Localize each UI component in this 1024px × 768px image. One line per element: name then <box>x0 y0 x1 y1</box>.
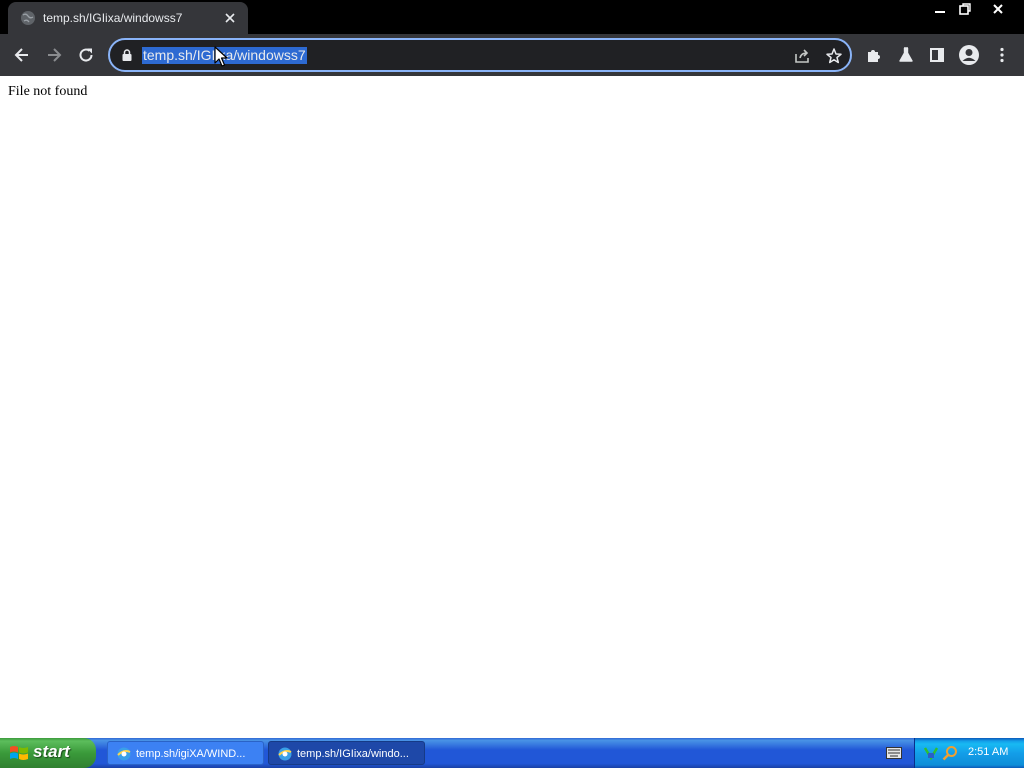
browser-tab[interactable]: temp.sh/IGIixa/windowss7 <box>8 2 248 34</box>
close-icon[interactable] <box>222 10 238 26</box>
forward-icon[interactable] <box>40 41 68 69</box>
keyboard-icon[interactable] <box>886 747 902 759</box>
taskbar-item-label: temp.sh/igiXA/WIND... <box>136 748 246 760</box>
reload-icon[interactable] <box>72 41 100 69</box>
share-icon[interactable] <box>793 47 811 65</box>
taskbar-item[interactable]: temp.sh/igiXA/WIND... <box>107 741 264 765</box>
page-content: File not found <box>0 76 1024 738</box>
window-close-icon[interactable] <box>985 0 1011 18</box>
globe-icon <box>21 11 35 25</box>
profile-icon[interactable] <box>955 41 983 69</box>
side-panel-icon[interactable] <box>923 41 951 69</box>
network-icon[interactable] <box>923 745 939 761</box>
browser-app-icon <box>117 747 131 761</box>
taskbar-item-label: temp.sh/IGIixa/windo... <box>297 748 409 760</box>
taskbar: start temp.sh/igiXA/WIND... temp.sh/IGIi… <box>0 738 1024 768</box>
windows-flag-icon <box>10 746 28 760</box>
menu-icon[interactable] <box>988 41 1016 69</box>
system-tray: 2:51 AM <box>914 738 1024 768</box>
extensions-icon[interactable] <box>860 41 888 69</box>
star-icon[interactable] <box>825 47 843 65</box>
taskbar-item[interactable]: temp.sh/IGIixa/windo... <box>268 741 425 765</box>
restore-icon[interactable] <box>952 0 978 18</box>
tab-strip: temp.sh/IGIixa/windowss7 <box>0 0 1024 34</box>
search-icon[interactable] <box>942 745 958 761</box>
start-label: start <box>33 742 70 761</box>
tab-title: temp.sh/IGIixa/windowss7 <box>43 11 183 25</box>
minimize-icon[interactable] <box>927 0 953 18</box>
start-button[interactable]: start <box>0 738 96 768</box>
lock-icon[interactable] <box>120 48 134 62</box>
error-message: File not found <box>8 84 88 99</box>
labs-icon[interactable] <box>892 41 920 69</box>
browser-app-icon <box>278 747 292 761</box>
back-icon[interactable] <box>8 41 36 69</box>
browser-toolbar: temp.sh/IGIixa/windowss7 <box>0 34 1024 76</box>
mouse-cursor-icon <box>214 46 228 67</box>
clock: 2:51 AM <box>968 746 1009 758</box>
